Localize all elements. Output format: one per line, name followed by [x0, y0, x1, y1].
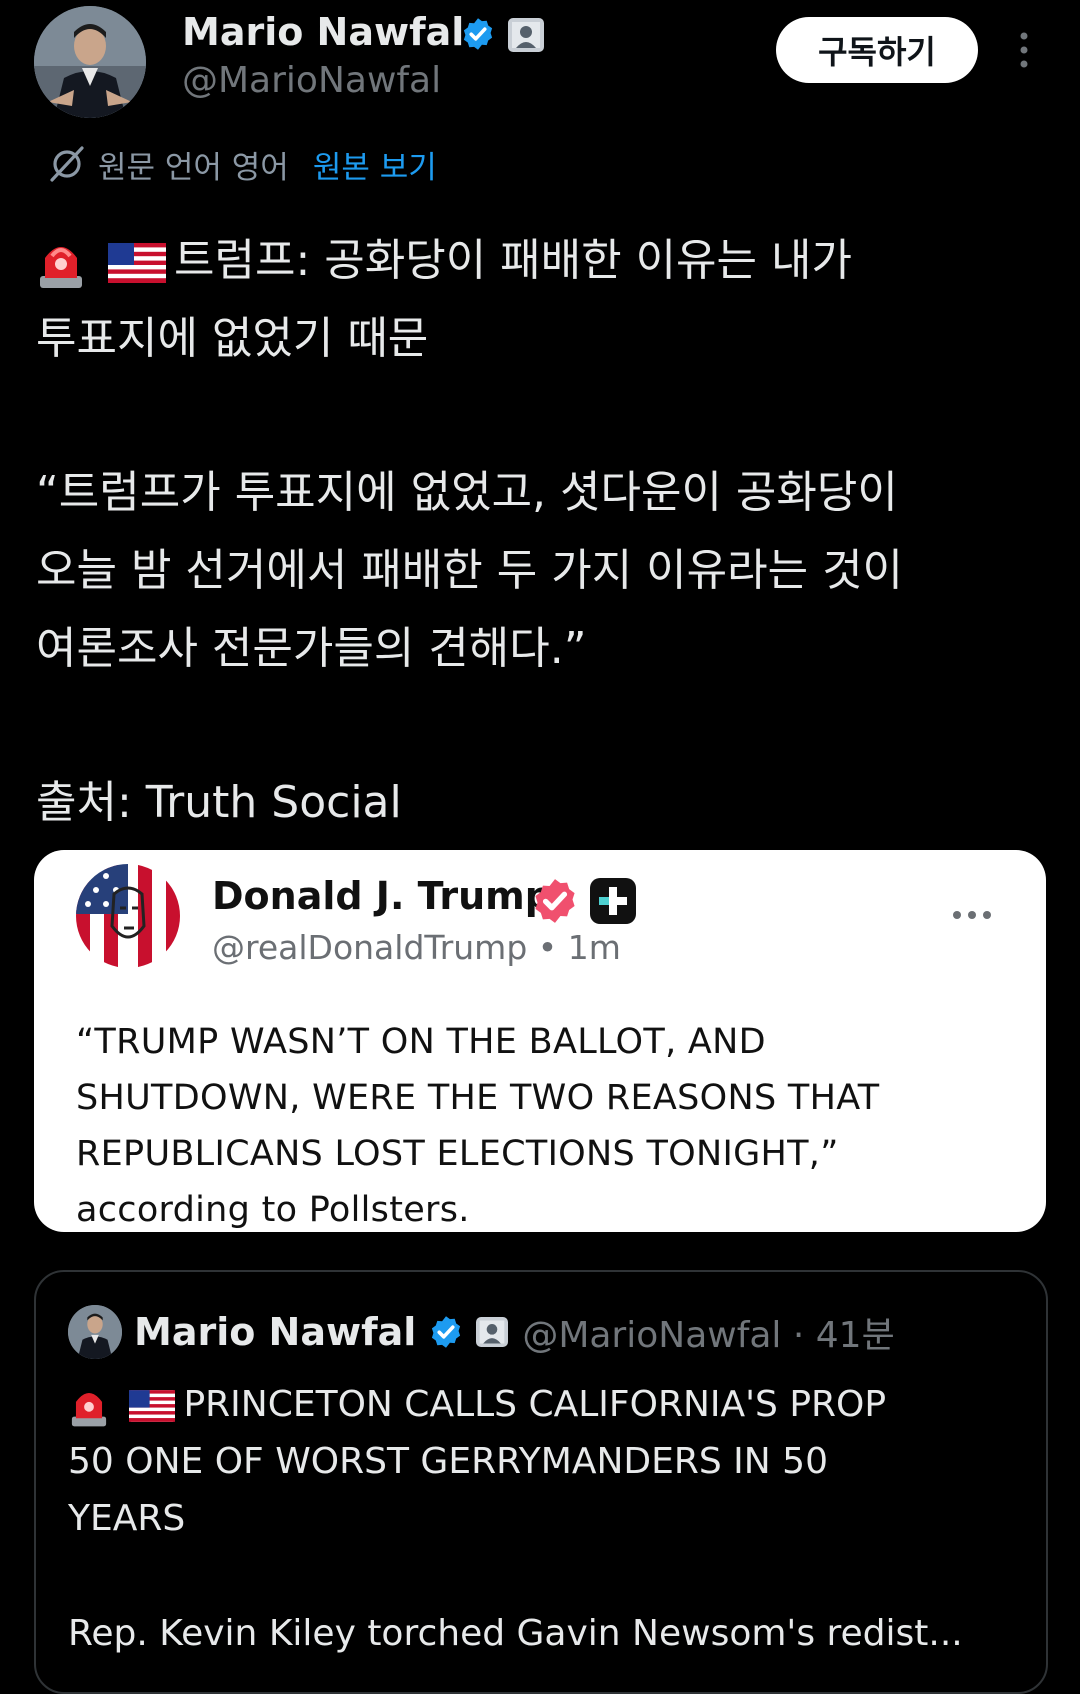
subscribe-button[interactable]: 구독하기 — [776, 17, 978, 83]
tweet-quote-line-2: 오늘 밤 선거에서 패배한 두 가지 이유라는 것이 — [36, 545, 904, 596]
translate-icon — [50, 146, 84, 182]
quoted-line-2: 50 ONE OF WORST GERRYMANDERS IN 50 — [68, 1441, 828, 1482]
quoted-line-1: PRINCETON CALLS CALIFORNIA'S PROP — [183, 1384, 887, 1425]
tweet-line-1: 트럼프: 공화당이 패배한 이유는 내가 — [174, 235, 852, 286]
author-avatar[interactable] — [34, 6, 146, 118]
embed-line-1: “TRUMP WASN’T ON THE BALLOT, AND — [76, 1022, 766, 1062]
embed-line-4: according to Pollsters. — [76, 1190, 470, 1230]
quoted-post-text: PRINCETON CALLS CALIFORNIA'S PROP 50 ONE… — [68, 1376, 1028, 1662]
show-original-link[interactable]: 원본 보기 — [313, 142, 437, 187]
embed-author-name: Donald J. Trump — [212, 874, 552, 918]
translation-row: 원문 언어 영어 원본 보기 — [46, 140, 437, 188]
siren-emoji-icon — [40, 247, 82, 288]
verified-badge-icon — [463, 18, 493, 50]
author-handle[interactable]: @MarioNawfal — [182, 60, 441, 101]
translation-label: 원문 언어 영어 — [98, 149, 289, 186]
plus-badge-icon — [590, 878, 636, 924]
tweet-line-2: 투표지에 없었기 때문 — [36, 313, 429, 364]
embed-handle-time: @realDonaldTrump • 1m — [212, 928, 621, 967]
tweet-quote-line-3: 여론조사 전문가들의 견해다.” — [36, 623, 587, 674]
truth-verified-badge-icon — [535, 879, 575, 923]
quoted-line-4: Rep. Kevin Kiley torched Gavin Newsom's … — [68, 1613, 963, 1654]
us-flag-emoji-icon — [108, 243, 166, 283]
tweet-text: 트럼프: 공화당이 패배한 이유는 내가 투표지에 없었기 때문 “트럼프가 투… — [36, 222, 1046, 842]
tweet-source: 출처: Truth Social — [36, 777, 402, 828]
tweet-line: 트럼프: 공화당이 패배한 이유는 내가 — [36, 222, 1046, 300]
embed-avatar — [76, 864, 180, 968]
quoted-post-meta: @MarioNawfal · 41분 — [522, 1315, 895, 1356]
verified-badge-icon — [432, 1316, 461, 1348]
siren-emoji-icon — [71, 1392, 107, 1427]
more-horizontal-icon — [953, 911, 991, 919]
embed-post-text: “TRUMP WASN’T ON THE BALLOT, AND SHUTDOW… — [76, 1014, 1006, 1232]
tweet-quote-line-1: “트럼프가 투표지에 없었고, 셧다운이 공화당이 — [36, 467, 898, 518]
more-vertical-icon[interactable] — [1012, 30, 1036, 70]
author-name[interactable]: Mario Nawfal — [182, 10, 464, 54]
embedded-truth-social-post[interactable]: Donald J. Trump @realDonaldTrump • 1m “T… — [34, 850, 1046, 1232]
us-flag-emoji-icon — [129, 1390, 176, 1422]
affiliate-badge-icon — [476, 1317, 509, 1347]
quoted-line: PRINCETON CALLS CALIFORNIA'S PROP — [68, 1376, 1028, 1433]
quoted-post[interactable]: Mario Nawfal @MarioNawfal · 41분 PRINCETO… — [34, 1270, 1048, 1694]
embed-line-2: SHUTDOWN, WERE THE TWO REASONS THAT — [76, 1078, 880, 1118]
post-header: Mario Nawfal @MarioNawfal 구독하기 — [0, 0, 1080, 130]
quoted-author-name: Mario Nawfal — [134, 1310, 417, 1354]
embed-line-3: REPUBLICANS LOST ELECTIONS TONIGHT,” — [76, 1134, 839, 1174]
quoted-post-header: Mario Nawfal @MarioNawfal · 41분 — [68, 1302, 895, 1362]
quoted-author-avatar — [68, 1305, 122, 1359]
affiliate-badge-icon — [508, 18, 544, 52]
quoted-line-3: YEARS — [68, 1498, 186, 1539]
